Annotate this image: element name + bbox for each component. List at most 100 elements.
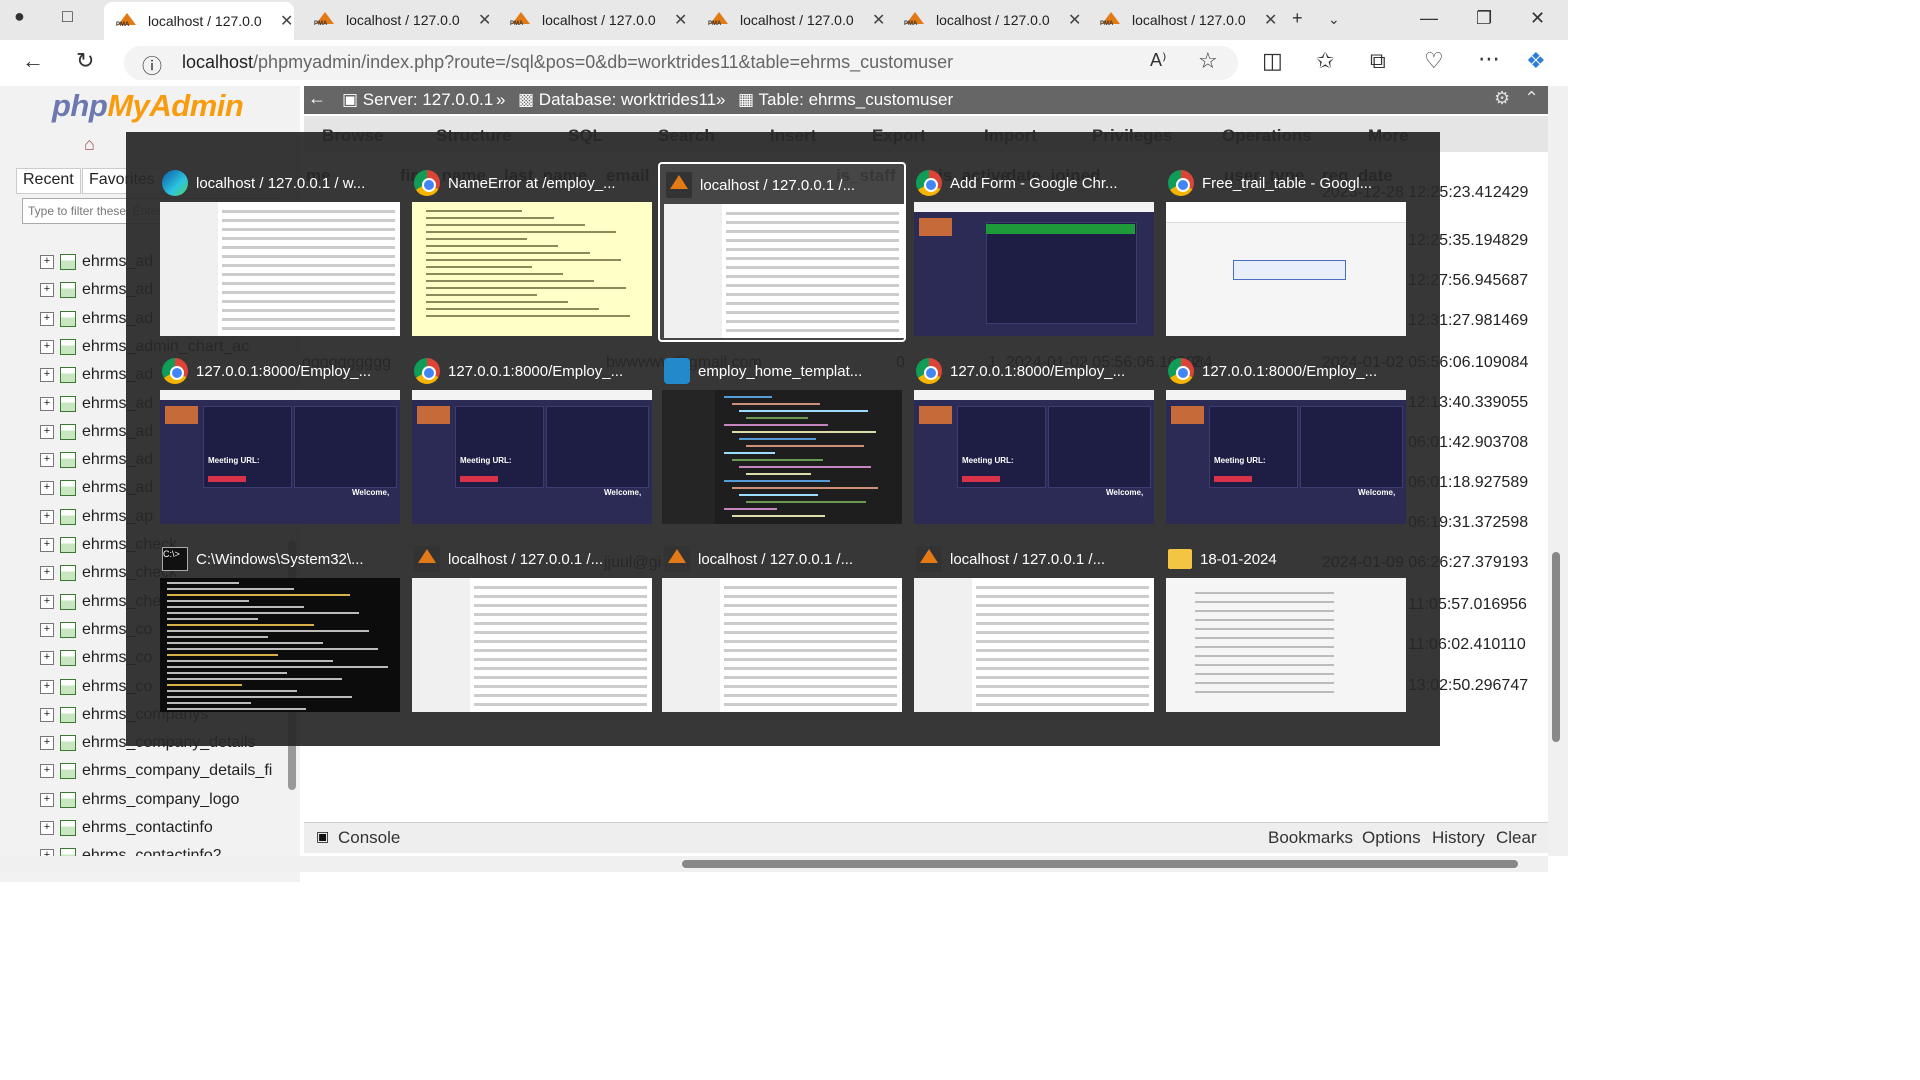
tree-item-table[interactable]: + ehrms_company_details_fi (40, 759, 272, 783)
restore-icon[interactable]: ❐ (1476, 8, 1492, 29)
tab-close-icon[interactable]: ✕ (478, 10, 491, 30)
thumb-welcome-label: Welcome, (352, 488, 390, 497)
tab-list-chevron-icon[interactable]: ⌄ (1328, 11, 1340, 28)
console-toggle[interactable]: Console (338, 828, 400, 848)
close-window-icon[interactable]: ✕ (1530, 8, 1545, 29)
tree-item-table[interactable]: + ehrms_contactinfo (40, 816, 213, 840)
switcher-window-card[interactable]: localhost / 127.0.0.1 /... (658, 162, 906, 342)
tab-actions-icon[interactable]: □ (62, 6, 73, 27)
switcher-window-card[interactable]: 127.0.0.1:8000/Employ_... Meeting URL: Wel… (910, 350, 1158, 530)
more-menu-icon[interactable]: ⋯ (1478, 46, 1500, 72)
expand-plus-icon[interactable]: + (40, 453, 54, 468)
breadcrumb-server[interactable]: ▣ Server: 127.0.0.1 (342, 90, 493, 110)
back-icon[interactable]: ← (22, 48, 44, 74)
copilot-icon[interactable]: ❖ (1526, 48, 1546, 74)
thumb-console-line (167, 606, 304, 608)
breadcrumb-table[interactable]: ▦ Table: ehrms_customuser (738, 90, 953, 110)
settings-gear-icon[interactable]: ⚙ (1494, 88, 1510, 109)
thumb-console-line (167, 654, 278, 656)
breadcrumb-table-label: Table: ehrms_customuser (758, 90, 954, 109)
expand-plus-icon[interactable]: + (40, 339, 54, 354)
expand-plus-icon[interactable]: + (40, 679, 54, 694)
browser-tab[interactable]: localhost / 127.0.0 ✕ (892, 4, 1082, 36)
tab-close-icon[interactable]: ✕ (1264, 10, 1277, 30)
table-icon (60, 565, 76, 582)
switcher-card-header: 18-01-2024 (1168, 544, 1404, 574)
switcher-window-card[interactable]: Add Form - Google Chr... (910, 162, 1158, 342)
browser-tab[interactable]: localhost / 127.0.0 ✕ (696, 4, 886, 36)
expand-plus-icon[interactable]: + (40, 368, 54, 383)
tab-recent[interactable]: Recent (16, 168, 81, 194)
horizontal-scroll-thumb[interactable] (682, 860, 1518, 868)
favorite-star-icon[interactable]: ☆ (1198, 48, 1218, 74)
switcher-window-card[interactable]: 127.0.0.1:8000/Employ_... Meeting URL: Wel… (156, 350, 404, 530)
browser-tab[interactable]: localhost / 127.0.0 ✕ (302, 4, 492, 36)
console-clear[interactable]: Clear (1496, 828, 1537, 848)
console-options[interactable]: Options (1362, 828, 1421, 848)
switcher-window-card[interactable]: employ_home_templat... (658, 350, 906, 530)
tree-item-table[interactable]: + ehrms_company_logo (40, 788, 239, 812)
expand-plus-icon[interactable]: + (40, 509, 54, 524)
thumb-row (724, 631, 898, 634)
browser-tab[interactable]: localhost / 127.0.0 ✕ (104, 2, 294, 40)
switcher-card-header: NameError at /employ_... (414, 168, 650, 198)
console-history[interactable]: History (1432, 828, 1485, 848)
tab-close-icon[interactable]: ✕ (1068, 10, 1081, 30)
switcher-window-card[interactable]: localhost / 127.0.0.1 / w... (156, 162, 404, 342)
expand-plus-icon[interactable]: + (40, 651, 54, 666)
console-bookmarks[interactable]: Bookmarks (1268, 828, 1353, 848)
profile-icon[interactable]: ● (14, 6, 25, 27)
expand-plus-icon[interactable]: + (40, 792, 54, 807)
new-tab-icon[interactable]: + (1292, 8, 1303, 29)
pma-logo[interactable]: phpMyAdmin (52, 88, 244, 124)
switcher-window-card[interactable]: localhost / 127.0.0.1 /... (408, 538, 656, 718)
collections-icon[interactable]: ⧉ (1370, 48, 1386, 74)
favorites-icon[interactable]: ✩ (1316, 48, 1334, 74)
expand-plus-icon[interactable]: + (40, 255, 54, 269)
collapse-arrow-icon[interactable]: ← (308, 88, 326, 109)
browser-tab[interactable]: localhost / 127.0.0 ✕ (498, 4, 688, 36)
switcher-window-card[interactable]: localhost / 127.0.0.1 /... (910, 538, 1158, 718)
expand-plus-icon[interactable]: + (40, 764, 54, 779)
switcher-window-card[interactable]: C:\> C:\Windows\System32\... (156, 538, 404, 718)
tab-close-icon[interactable]: ✕ (872, 10, 885, 30)
tab-close-icon[interactable]: ✕ (280, 11, 293, 31)
expand-plus-icon[interactable]: + (40, 396, 54, 411)
expand-plus-icon[interactable]: + (40, 707, 54, 722)
browser-tab[interactable]: localhost / 127.0.0 ✕ (1088, 4, 1278, 36)
split-screen-icon[interactable]: ◫ (1262, 48, 1283, 74)
switcher-card-thumbnail: Meeting URL: Welcome, (412, 390, 652, 524)
browser-essentials-icon[interactable]: ♡ (1424, 48, 1444, 74)
thumb-row (474, 703, 648, 706)
switcher-window-card[interactable]: 18-01-2024 (1162, 538, 1410, 718)
expand-plus-icon[interactable]: + (40, 538, 54, 552)
expand-plus-icon[interactable]: + (40, 424, 54, 439)
switcher-window-card[interactable]: Free_trail_table - Googl... (1162, 162, 1410, 342)
minimize-icon[interactable]: — (1420, 8, 1438, 29)
expand-plus-icon[interactable]: + (40, 283, 54, 298)
expand-plus-icon[interactable]: + (40, 736, 54, 751)
switcher-window-card[interactable]: localhost / 127.0.0.1 /... (658, 538, 906, 718)
expand-plus-icon[interactable]: + (40, 821, 54, 835)
vertical-scroll-thumb[interactable] (1552, 552, 1560, 742)
expand-plus-icon[interactable]: + (40, 481, 54, 496)
expand-plus-icon[interactable]: + (40, 311, 54, 326)
read-aloud-icon[interactable]: A⁾ (1150, 50, 1166, 71)
tab-close-icon[interactable]: ✕ (674, 10, 687, 30)
expand-plus-icon[interactable]: + (40, 566, 54, 581)
thumb-panel (546, 406, 650, 488)
breadcrumb-database[interactable]: ▩ Database: worktrides11 (518, 90, 716, 110)
home-icon[interactable]: ⌂ (84, 134, 95, 155)
collapse-top-icon[interactable]: ⌃ (1524, 88, 1539, 109)
switcher-window-card[interactable]: NameError at /employ_... (408, 162, 656, 342)
switcher-window-card[interactable]: 127.0.0.1:8000/Employ_... Meeting URL: Wel… (1162, 350, 1410, 530)
reload-icon[interactable]: ↻ (76, 48, 94, 74)
thumb-console-line (167, 612, 360, 614)
switcher-window-card[interactable]: 127.0.0.1:8000/Employ_... Meeting URL: Wel… (408, 350, 656, 530)
expand-plus-icon[interactable]: + (40, 622, 54, 637)
thumb-code-line (746, 501, 866, 503)
site-info-icon[interactable]: ⓘ (142, 50, 162, 79)
thumb-row (724, 640, 898, 643)
expand-plus-icon[interactable]: + (40, 594, 54, 609)
url-text[interactable]: localhost/phpmyadmin/index.php?route=/sq… (182, 52, 953, 73)
